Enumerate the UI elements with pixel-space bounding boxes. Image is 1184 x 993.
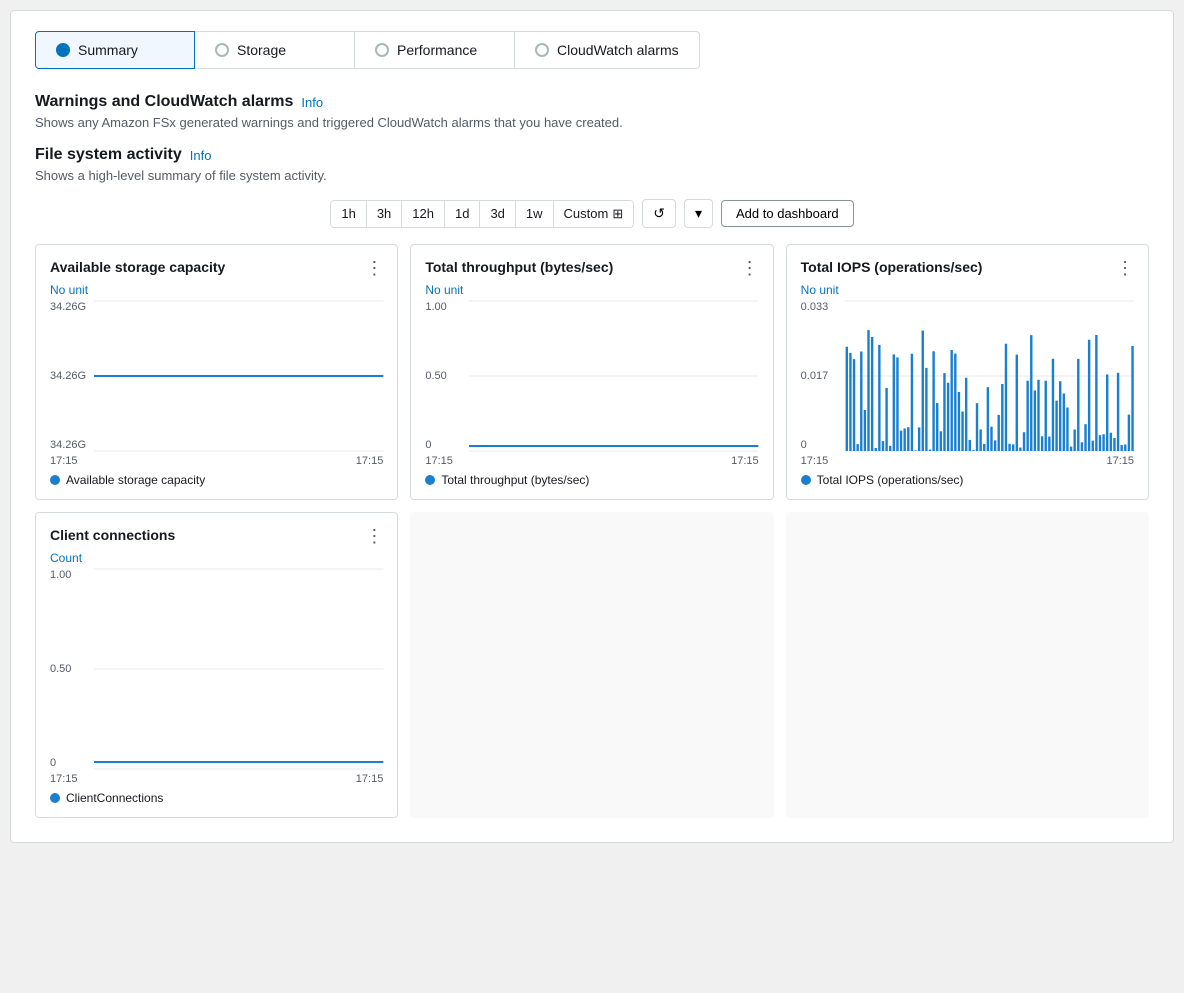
add-dashboard-button[interactable]: Add to dashboard [721,200,854,227]
time-1h[interactable]: 1h [330,200,366,228]
total-iops-title: Total IOPS (operations/sec) [801,259,983,275]
time-3d[interactable]: 3d [480,200,515,228]
available-storage-title: Available storage capacity [50,259,225,275]
available-storage-card: Available storage capacity ⋮ No unit 34.… [35,244,398,500]
tab-summary[interactable]: Summary [35,31,195,69]
activity-description: Shows a high-level summary of file syste… [35,168,1149,183]
available-storage-times: 17:15 17:15 [50,455,383,467]
total-throughput-unit: No unit [425,283,758,297]
total-throughput-times: 17:15 17:15 [425,455,758,467]
radio-summary [56,43,70,57]
activity-info-link[interactable]: Info [190,148,212,163]
tab-performance-label: Performance [397,42,477,58]
available-storage-menu[interactable]: ⋮ [365,259,383,277]
download-button[interactable]: ▾ [684,199,713,228]
client-connections-times: 17:15 17:15 [50,773,383,785]
tab-storage[interactable]: Storage [195,31,355,69]
time-12h[interactable]: 12h [402,200,445,228]
total-iops-card: Total IOPS (operations/sec) ⋮ No unit 0.… [786,244,1149,500]
total-throughput-chart: 1.00 0.50 0 [425,301,758,451]
time-controls: 1h 3h 12h 1d 3d 1w Custom ⊞ ↺ ▾ Add to d… [35,199,1149,228]
client-connections-card: Client connections ⋮ Count 1.00 0.50 0 [35,512,398,818]
client-connections-unit: Count [50,551,383,565]
time-1d[interactable]: 1d [445,200,480,228]
client-connections-chart: 1.00 0.50 0 [50,569,383,769]
radio-storage [215,43,229,57]
radio-cloudwatch [535,43,549,57]
tab-summary-label: Summary [78,42,138,58]
warnings-description: Shows any Amazon FSx generated warnings … [35,115,1149,130]
tab-performance[interactable]: Performance [355,31,515,69]
time-3h[interactable]: 3h [367,200,402,228]
total-throughput-menu[interactable]: ⋮ [741,259,759,277]
client-connections-menu[interactable]: ⋮ [365,527,383,545]
total-throughput-card: Total throughput (bytes/sec) ⋮ No unit 1… [410,244,773,500]
available-storage-chart: 34.26G 34.26G 34.26G [50,301,383,451]
total-iops-menu[interactable]: ⋮ [1116,259,1134,277]
client-connections-title: Client connections [50,527,175,543]
tab-cloudwatch[interactable]: CloudWatch alarms [515,31,700,69]
radio-performance [375,43,389,57]
time-custom[interactable]: Custom ⊞ [554,200,635,228]
warnings-section-title: Warnings and CloudWatch alarms Info [35,93,1149,111]
activity-section-title: File system activity Info [35,146,1149,164]
tab-storage-label: Storage [237,42,286,58]
empty-panel-1 [410,512,773,818]
refresh-button[interactable]: ↺ [642,199,676,228]
empty-panel-2 [786,512,1149,818]
total-iops-unit: No unit [801,283,1134,297]
warnings-info-link[interactable]: Info [301,95,323,110]
calendar-icon: ⊞ [612,206,623,222]
client-connections-legend: ClientConnections [50,791,383,805]
total-throughput-legend: Total throughput (bytes/sec) [425,473,758,487]
total-iops-legend: Total IOPS (operations/sec) [801,473,1134,487]
available-storage-legend: Available storage capacity [50,473,383,487]
total-throughput-title: Total throughput (bytes/sec) [425,259,613,275]
total-iops-chart: 0.033 0.017 0 [801,301,1134,451]
total-iops-times: 17:15 17:15 [801,455,1134,467]
tab-cloudwatch-label: CloudWatch alarms [557,42,679,58]
available-storage-unit: No unit [50,283,383,297]
bottom-charts-row: Client connections ⋮ Count 1.00 0.50 0 [35,512,1149,818]
tab-navigation: Summary Storage Performance CloudWatch a… [35,31,1149,69]
time-1w[interactable]: 1w [516,200,554,228]
charts-grid: Available storage capacity ⋮ No unit 34.… [35,244,1149,500]
